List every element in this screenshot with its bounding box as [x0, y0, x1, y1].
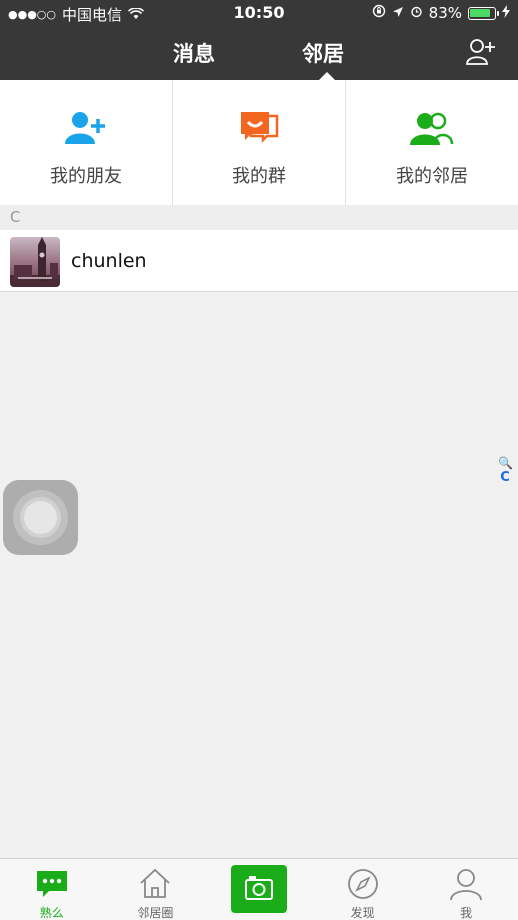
tabbar-label: 邻居圈	[137, 906, 174, 920]
tabbar-label: 熟么	[39, 906, 64, 920]
camera-icon	[244, 876, 273, 900]
location-arrow-icon	[392, 4, 404, 22]
add-person-icon	[466, 39, 495, 65]
charging-icon	[502, 4, 510, 22]
alarm-icon	[410, 4, 423, 22]
my-groups-label: 我的群	[232, 166, 286, 187]
battery-percent: 83%	[428, 4, 462, 22]
tabbar-label: 发现	[350, 906, 375, 920]
rotation-lock-icon	[372, 4, 386, 22]
person-icon	[449, 867, 483, 901]
my-neighbors-label: 我的邻居	[396, 166, 468, 187]
tabbar-item-shumo[interactable]: 熟么	[0, 859, 104, 920]
contact-name: chunlen	[71, 250, 147, 272]
tabbar-item-camera[interactable]	[207, 859, 311, 920]
tabbar-label: 我	[460, 906, 473, 920]
tabbar-item-me[interactable]: 我	[414, 859, 518, 920]
my-groups-button[interactable]: 我的群	[173, 80, 346, 205]
chat-bubble-icon	[35, 867, 69, 901]
camera-button[interactable]	[230, 865, 287, 913]
tab-messages[interactable]: 消息	[173, 38, 215, 68]
neighbors-icon	[410, 110, 454, 150]
add-friend-icon	[64, 110, 108, 150]
tabbar-item-discover[interactable]: 发现	[311, 859, 415, 920]
quick-actions: 我的朋友 我的群 我的邻居	[0, 80, 518, 205]
group-chat-icon	[237, 110, 281, 150]
status-bar: ●●●○○ 中国电信 10:50 83%	[0, 0, 518, 26]
alphabet-index[interactable]: 🔍 C	[498, 456, 513, 485]
tab-neighbors[interactable]: 邻居	[302, 38, 344, 68]
battery-icon	[468, 6, 499, 20]
add-friend-button[interactable]	[466, 38, 496, 66]
contact-row[interactable]: chunlen	[0, 230, 518, 292]
bottom-tab-bar: 熟么 邻居圈 发现 我	[0, 858, 518, 920]
home-icon	[138, 867, 172, 901]
tabbar-item-neighbor-circle[interactable]: 邻居圈	[104, 859, 208, 920]
index-letter-c[interactable]: C	[498, 470, 512, 485]
top-bar: ●●●○○ 中国电信 10:50 83% 消息 邻居	[0, 0, 518, 81]
compass-icon	[346, 867, 380, 901]
avatar	[10, 237, 60, 287]
section-header-c: C	[0, 205, 518, 230]
my-friends-label: 我的朋友	[50, 166, 122, 187]
my-neighbors-button[interactable]: 我的邻居	[346, 80, 518, 205]
my-friends-button[interactable]: 我的朋友	[0, 80, 173, 205]
assistive-touch-button[interactable]	[3, 480, 78, 555]
header-tabs: 消息 邻居	[0, 38, 518, 68]
index-search-icon[interactable]: 🔍	[498, 456, 513, 470]
